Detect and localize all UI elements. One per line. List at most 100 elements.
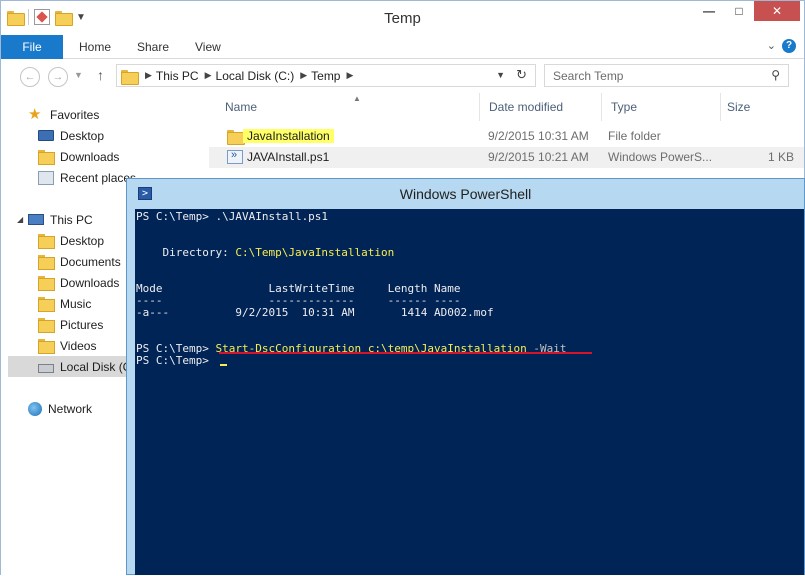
nav-label: Recent places	[60, 170, 137, 185]
file-name: JavaInstallation	[243, 129, 334, 143]
powershell-window: > Windows PowerShell PS C:\Temp> .\JAVAI…	[126, 178, 805, 575]
folder-icon	[121, 69, 139, 85]
search-icon[interactable]: ⚲	[771, 68, 780, 82]
address-bar[interactable]: ▶ This PC ▶ Local Disk (C:) ▶ Temp ▶ ▼ ↻	[116, 64, 536, 87]
nav-pc-pictures[interactable]: Pictures	[38, 314, 103, 335]
nav-favorites[interactable]: ★ Favorites	[28, 104, 99, 125]
expand-arrow-icon[interactable]: ◢	[17, 215, 23, 224]
breadcrumb-this-pc[interactable]: This PC	[156, 69, 199, 83]
column-label: Name	[225, 100, 258, 114]
nav-network[interactable]: Network	[28, 398, 92, 419]
column-header-date[interactable]: Date modified	[479, 93, 602, 121]
chevron-right-icon[interactable]: ▶	[145, 70, 152, 81]
search-input[interactable]: Search Temp ⚲	[544, 64, 789, 87]
network-icon	[28, 401, 42, 416]
nav-label: Downloads	[60, 275, 120, 290]
address-dropdown-icon[interactable]: ▼	[496, 70, 505, 80]
back-button[interactable]: ←	[20, 67, 40, 87]
file-name: JAVAInstall.ps1	[247, 150, 330, 164]
nav-favorites-downloads[interactable]: Downloads	[38, 146, 119, 167]
help-icon[interactable]: ?	[782, 39, 796, 53]
pictures-folder-icon	[38, 317, 55, 333]
tab-home[interactable]: Home	[79, 40, 111, 54]
console-area[interactable]: PS C:\Temp> .\JAVAInstall.ps1 Directory:…	[135, 209, 804, 575]
folder-icon	[227, 129, 245, 145]
videos-folder-icon	[38, 338, 55, 354]
directory-label: Directory:	[136, 246, 236, 259]
nav-pc-music[interactable]: Music	[38, 293, 91, 314]
nav-label: This PC	[50, 212, 93, 227]
ps1-file-icon	[227, 149, 243, 164]
nav-label: Documents	[60, 254, 121, 269]
chevron-right-icon[interactable]: ▶	[346, 70, 353, 81]
column-header-name[interactable]: ▲ Name	[215, 93, 480, 121]
downloads-folder-icon	[38, 149, 55, 165]
file-size: 1 KB	[767, 150, 794, 164]
nav-label: Desktop	[60, 233, 105, 248]
column-header-size[interactable]: Size	[717, 93, 797, 121]
file-row[interactable]: JavaInstallation 9/2/2015 10:31 AM File …	[209, 126, 804, 147]
up-button[interactable]: ↑	[97, 67, 104, 83]
console-line: Directory: C:\Temp\JavaInstallation	[136, 247, 394, 259]
file-date: 9/2/2015 10:21 AM	[488, 150, 589, 164]
nav-pc-desktop[interactable]: Desktop	[38, 230, 104, 251]
nav-pc-documents[interactable]: Documents	[38, 251, 121, 272]
drive-icon	[38, 363, 54, 373]
desktop-folder-icon	[38, 233, 55, 249]
explorer-titlebar: ▼ Temp — □ ✕	[1, 1, 804, 35]
chevron-right-icon[interactable]: ▶	[205, 70, 212, 81]
search-placeholder: Search Temp	[553, 68, 624, 83]
documents-folder-icon	[38, 254, 55, 270]
file-type: File folder	[608, 129, 661, 143]
desktop-icon	[38, 130, 54, 141]
forward-button[interactable]: →	[48, 67, 68, 87]
text-cursor	[220, 364, 227, 366]
directory-path: C:\Temp\JavaInstallation	[235, 246, 395, 259]
address-row: ← → ▼ ↑ ▶ This PC ▶ Local Disk (C:) ▶ Te…	[1, 59, 804, 93]
nav-label: Pictures	[60, 317, 104, 332]
nav-label: Desktop	[60, 128, 105, 143]
column-label: Date modified	[489, 100, 564, 114]
red-underline	[219, 352, 592, 354]
column-header-type[interactable]: Type	[601, 93, 721, 121]
nav-pc-videos[interactable]: Videos	[38, 335, 96, 356]
computer-icon	[28, 214, 44, 225]
powershell-titlebar[interactable]: > Windows PowerShell	[127, 179, 804, 209]
window-controls: — □ ✕	[694, 1, 800, 21]
breadcrumb-temp[interactable]: Temp	[311, 69, 340, 83]
music-folder-icon	[38, 296, 55, 312]
console-line: -a--- 9/2/2015 10:31 AM 1414 AD002.mof	[136, 306, 494, 319]
maximize-button[interactable]: □	[724, 1, 754, 21]
minimize-button[interactable]: —	[694, 1, 724, 21]
ribbon-tabs: File Home Share View ⌄ ?	[1, 35, 804, 59]
nav-label: Downloads	[60, 149, 120, 164]
refresh-icon[interactable]: ↻	[516, 67, 527, 83]
recent-places-icon	[38, 170, 54, 185]
recent-locations-icon[interactable]: ▼	[74, 70, 83, 80]
nav-this-pc[interactable]: ◢ This PC	[17, 209, 93, 230]
downloads-folder-icon	[38, 275, 55, 291]
powershell-title: Windows PowerShell	[399, 186, 532, 202]
breadcrumb-local-disk[interactable]: Local Disk (C:)	[216, 69, 295, 83]
console-line: PS C:\Temp> .\JAVAInstall.ps1	[136, 210, 329, 223]
tab-view[interactable]: View	[195, 40, 221, 54]
nav-recent-places[interactable]: Recent places	[38, 167, 136, 188]
column-label: Type	[611, 100, 638, 114]
file-row[interactable]: JAVAInstall.ps1 9/2/2015 10:21 AM Window…	[209, 147, 804, 168]
nav-label: Favorites	[50, 107, 100, 122]
file-date: 9/2/2015 10:31 AM	[488, 129, 589, 143]
nav-pc-downloads[interactable]: Downloads	[38, 272, 119, 293]
file-type: Windows PowerS...	[608, 150, 713, 164]
tab-file[interactable]: File	[1, 35, 63, 59]
expand-ribbon-icon[interactable]: ⌄	[767, 39, 776, 52]
sort-ascending-icon: ▲	[353, 94, 361, 103]
chevron-right-icon[interactable]: ▶	[300, 70, 307, 81]
nav-favorites-desktop[interactable]: Desktop	[38, 125, 104, 146]
star-icon: ★	[28, 105, 42, 123]
tab-share[interactable]: Share	[137, 40, 169, 54]
nav-label: Music	[60, 296, 92, 311]
nav-label: Network	[48, 401, 93, 416]
nav-label: Videos	[60, 338, 97, 353]
close-button[interactable]: ✕	[754, 1, 800, 21]
console-line: PS C:\Temp>	[136, 354, 216, 367]
